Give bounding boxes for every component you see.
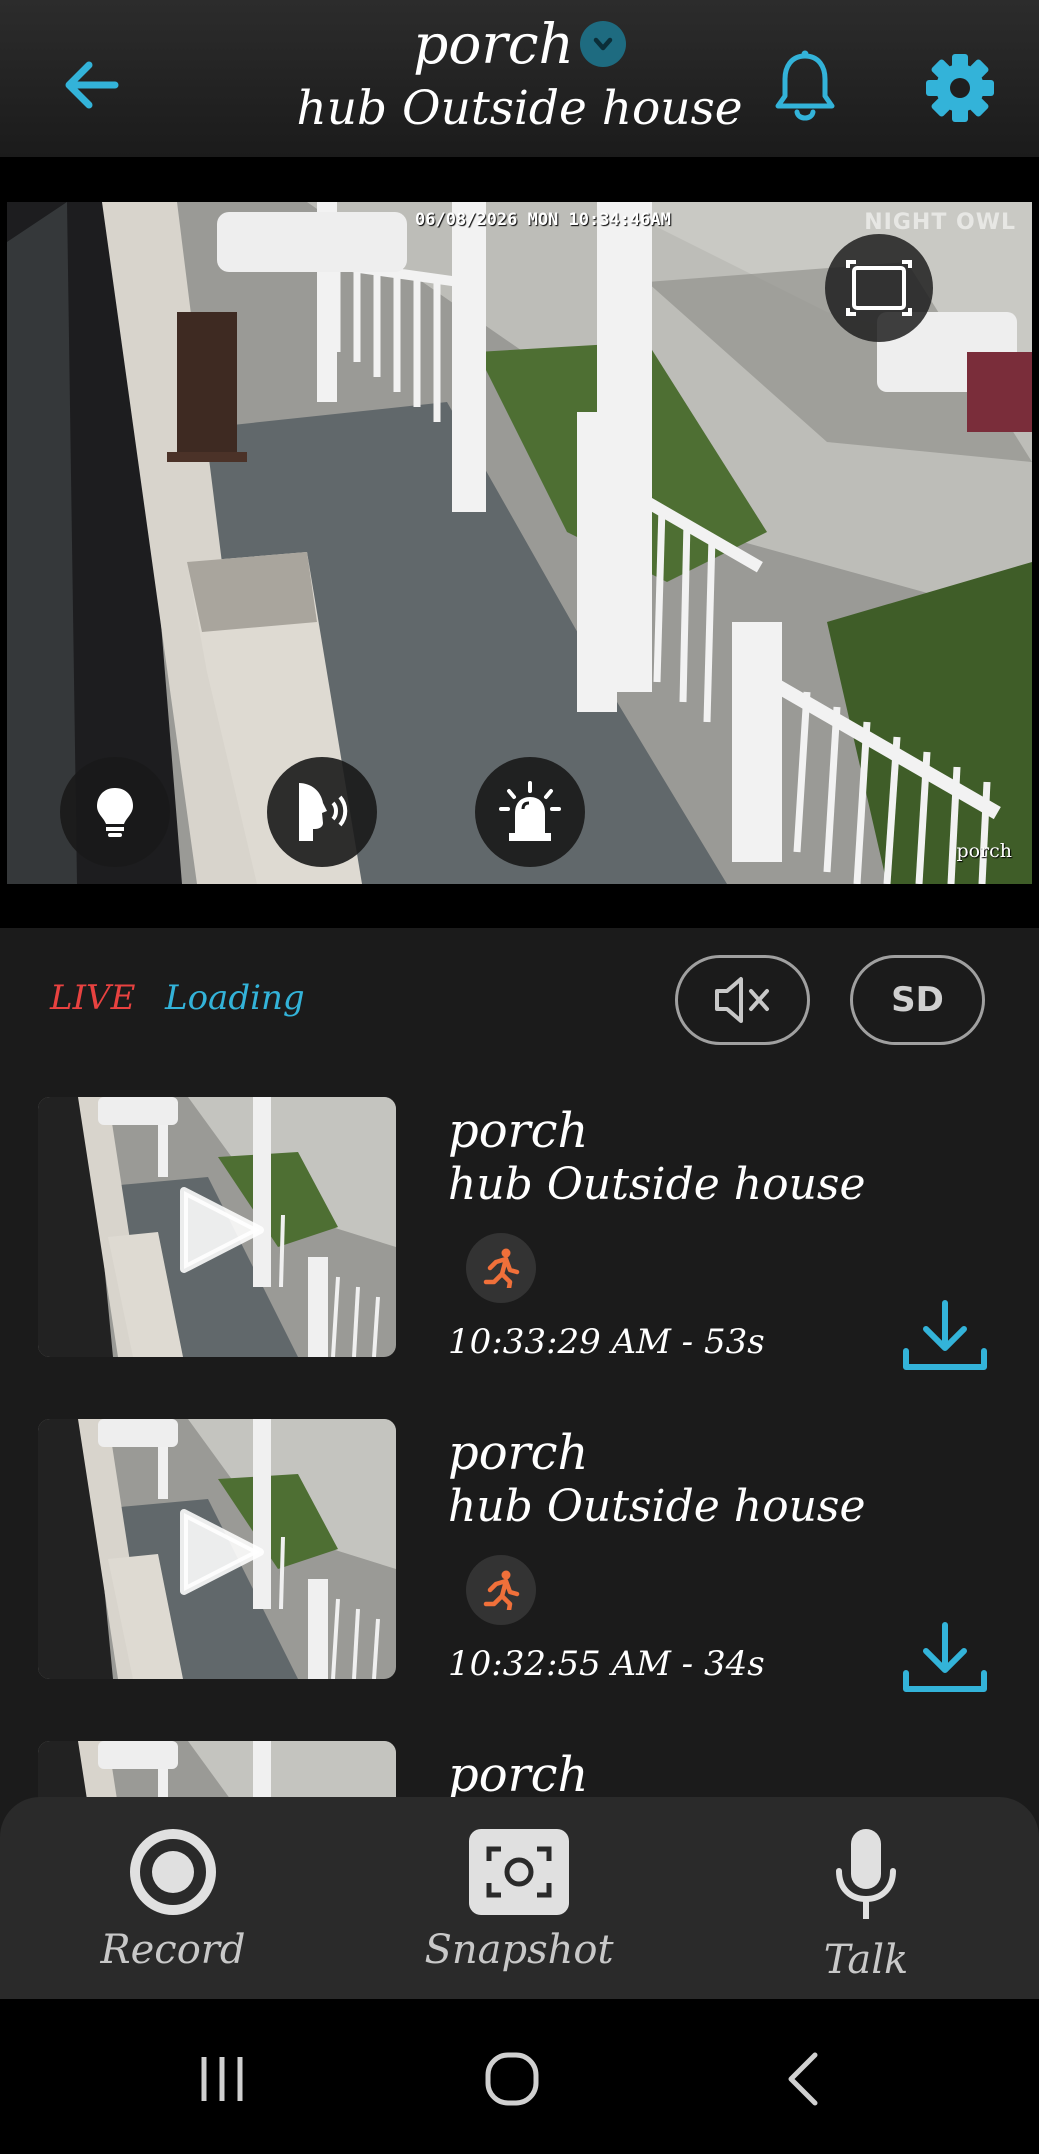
video-feed[interactable]: 06/08/2026 MON 10:34:46AM NIGHT OWL porc… — [7, 202, 1032, 884]
camera-name: porch — [413, 12, 574, 76]
talk-button[interactable]: Talk — [736, 1827, 996, 1983]
download-button[interactable] — [900, 1297, 990, 1377]
motion-person-icon — [466, 1233, 536, 1303]
recording-thumbnail[interactable] — [38, 1741, 396, 1799]
record-button[interactable]: Record — [43, 1827, 303, 1973]
play-icon — [180, 1187, 264, 1273]
talk-label: Talk — [823, 1937, 909, 1983]
home-icon — [485, 2052, 539, 2106]
siren-icon — [499, 781, 561, 841]
recording-thumbnail[interactable] — [38, 1419, 396, 1679]
brand-watermark: NIGHT OWL — [864, 210, 1016, 235]
chevron-left-icon — [788, 2052, 818, 2106]
recording-thumbnail[interactable] — [38, 1097, 396, 1357]
quality-label: SD — [891, 980, 944, 1020]
mute-button[interactable] — [675, 955, 810, 1045]
system-navigation-bar — [0, 1999, 1039, 2154]
snapshot-icon — [469, 1829, 569, 1915]
recent-apps-icon — [201, 2057, 243, 2101]
chevron-down-icon[interactable] — [579, 21, 626, 67]
recording-item[interactable]: porch hub Outside house 10:32:55 AM - 34… — [0, 1419, 1039, 1719]
notifications-button[interactable] — [770, 48, 840, 126]
loading-status: Loading — [165, 978, 305, 1018]
recent-apps-button[interactable] — [172, 2039, 272, 2119]
settings-button[interactable] — [920, 48, 1000, 128]
download-icon — [903, 1300, 987, 1370]
download-button[interactable] — [900, 1619, 990, 1699]
camera-title[interactable]: porch hub Outside house — [0, 8, 1039, 138]
system-back-button[interactable] — [755, 2039, 855, 2119]
recording-camera-name: porch — [448, 1747, 589, 1799]
fullscreen-icon — [846, 260, 912, 316]
snapshot-button[interactable]: Snapshot — [389, 1827, 649, 1973]
light-button[interactable] — [60, 757, 170, 867]
hub-name: hub Outside house — [296, 81, 743, 136]
record-label: Record — [100, 1927, 246, 1973]
recording-hub-name: hub Outside house — [448, 1159, 866, 1210]
download-icon — [903, 1622, 987, 1692]
quality-toggle-button[interactable]: SD — [850, 955, 985, 1045]
recording-time: 10:33:29 AM - 53s — [448, 1322, 765, 1362]
action-bar: Record Snapshot Talk — [0, 1797, 1039, 1999]
motion-person-icon — [466, 1555, 536, 1625]
recording-item[interactable]: porch — [0, 1741, 1039, 1799]
recording-camera-name: porch — [448, 1103, 589, 1159]
recording-time: 10:32:55 AM - 34s — [448, 1644, 765, 1684]
snapshot-label: Snapshot — [424, 1927, 614, 1973]
bell-icon — [775, 50, 835, 121]
play-icon — [180, 1509, 264, 1595]
video-camera-label: porch — [956, 840, 1012, 862]
microphone-icon — [836, 1829, 896, 1919]
app-header: porch hub Outside house — [0, 0, 1039, 157]
voice-button[interactable] — [267, 757, 377, 867]
gear-icon — [926, 54, 994, 122]
live-indicator: LIVE — [50, 978, 136, 1018]
speaker-voice-icon — [299, 783, 348, 841]
speaker-muted-icon — [714, 977, 769, 1023]
video-timestamp: 06/08/2026 MON 10:34:46AM — [415, 210, 671, 230]
live-video-player[interactable]: 06/08/2026 MON 10:34:46AM NIGHT OWL porc… — [7, 160, 1032, 928]
record-icon — [130, 1829, 216, 1915]
recording-hub-name: hub Outside house — [448, 1481, 866, 1532]
recording-camera-name: porch — [448, 1425, 589, 1481]
fullscreen-button[interactable] — [825, 234, 933, 342]
home-button[interactable] — [462, 2039, 562, 2119]
light-bulb-icon — [97, 788, 133, 837]
siren-button[interactable] — [475, 757, 585, 867]
recording-item[interactable]: porch hub Outside house 10:33:29 AM - 53… — [0, 1097, 1039, 1397]
